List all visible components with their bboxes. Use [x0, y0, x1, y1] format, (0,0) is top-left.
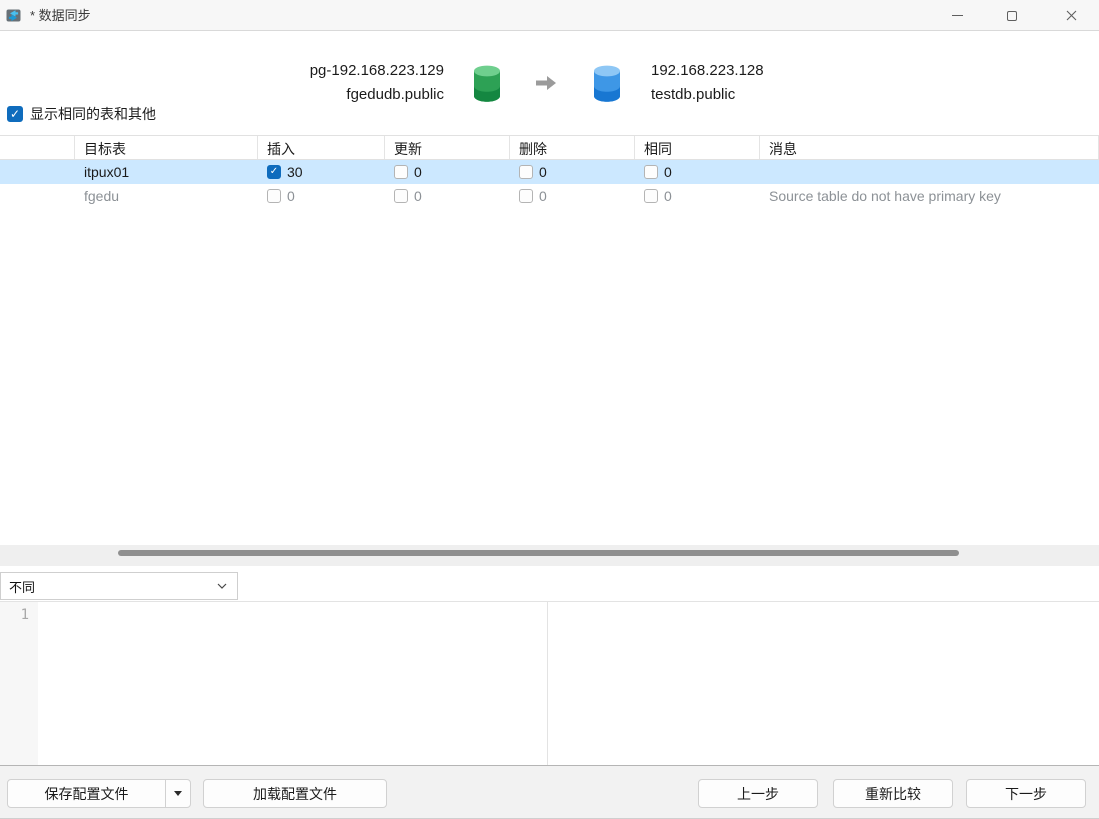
footer-bar: 保存配置文件 加载配置文件 上一步 重新比较 下一步 [0, 766, 1099, 819]
minimize-icon [952, 15, 963, 16]
delete-count: 0 [539, 188, 547, 204]
sync-direction-arrow-icon [534, 74, 558, 92]
maximize-icon [1007, 11, 1017, 21]
update-checkbox[interactable] [394, 189, 408, 203]
target-schema: testdb.public [651, 83, 951, 107]
horizontal-scrollbar[interactable] [0, 545, 1099, 566]
data-sync-window: * 数据同步 pg-192.168.223.129 fgedudb.public… [0, 0, 1099, 819]
caret-down-icon [174, 791, 182, 796]
target-host: 192.168.223.128 [651, 59, 951, 83]
source-connection-label: pg-192.168.223.129 fgedudb.public [144, 59, 444, 107]
diff-filter-dropdown[interactable]: 不同 [0, 572, 238, 600]
column-header-message[interactable]: 消息 [760, 136, 1099, 159]
insert-checkbox[interactable] [267, 189, 281, 203]
column-header-insert[interactable]: 插入 [258, 136, 385, 159]
row-message: Source table do not have primary key [760, 184, 1099, 208]
table-row[interactable]: itpux01 30 0 0 0 [0, 160, 1099, 184]
insert-count: 0 [287, 188, 295, 204]
source-database-icon [472, 65, 502, 102]
same-count: 0 [664, 164, 672, 180]
sql-editor[interactable]: 1 [0, 601, 1099, 766]
diff-filter-value: 不同 [9, 577, 35, 596]
previous-step-button[interactable]: 上一步 [698, 779, 818, 808]
load-config-button[interactable]: 加载配置文件 [203, 779, 387, 808]
chevron-down-icon [217, 583, 227, 589]
show-identical-option: 显示相同的表和其他 [7, 105, 156, 123]
line-number: 1 [21, 607, 29, 623]
insert-checkbox[interactable] [267, 165, 281, 179]
maximize-button[interactable] [989, 0, 1035, 31]
column-header-update[interactable]: 更新 [385, 136, 510, 159]
next-step-button[interactable]: 下一步 [966, 779, 1086, 808]
source-schema: fgedudb.public [144, 83, 444, 107]
target-connection-label: 192.168.223.128 testdb.public [651, 59, 951, 107]
show-identical-checkbox[interactable] [7, 106, 23, 122]
sync-database-icon [5, 7, 22, 24]
delete-checkbox[interactable] [519, 189, 533, 203]
window-title: * 数据同步 [30, 0, 91, 31]
titlebar: * 数据同步 [0, 0, 1099, 31]
update-count: 0 [414, 164, 422, 180]
editor-gutter: 1 [0, 602, 38, 765]
column-header-target-table[interactable]: 目标表 [75, 136, 258, 159]
editor-pane-divider[interactable] [547, 602, 548, 765]
same-count: 0 [664, 188, 672, 204]
recompare-button[interactable]: 重新比较 [833, 779, 953, 808]
column-header-same[interactable]: 相同 [635, 136, 760, 159]
update-checkbox[interactable] [394, 165, 408, 179]
horizontal-scrollbar-thumb[interactable] [118, 550, 959, 556]
close-button[interactable] [1048, 0, 1094, 31]
target-table-name: fgedu [75, 184, 258, 208]
column-header-empty[interactable] [0, 136, 75, 159]
table-row[interactable]: fgedu 0 0 0 0 Source table do not have p… [0, 184, 1099, 208]
insert-count: 30 [287, 164, 303, 180]
table-header: 目标表 插入 更新 删除 相同 消息 [0, 135, 1099, 160]
column-header-delete[interactable]: 删除 [510, 136, 635, 159]
close-icon [1066, 10, 1077, 21]
source-host: pg-192.168.223.129 [144, 59, 444, 83]
minimize-button[interactable] [934, 0, 980, 31]
same-checkbox[interactable] [644, 189, 658, 203]
update-count: 0 [414, 188, 422, 204]
target-table-name: itpux01 [75, 160, 258, 184]
save-config-dropdown-button[interactable] [165, 780, 190, 807]
row-message [760, 160, 1099, 184]
delete-checkbox[interactable] [519, 165, 533, 179]
show-identical-label: 显示相同的表和其他 [30, 104, 156, 124]
same-checkbox[interactable] [644, 165, 658, 179]
save-config-button[interactable]: 保存配置文件 [7, 779, 191, 808]
delete-count: 0 [539, 164, 547, 180]
save-config-label[interactable]: 保存配置文件 [8, 780, 165, 807]
target-database-icon [592, 65, 622, 102]
